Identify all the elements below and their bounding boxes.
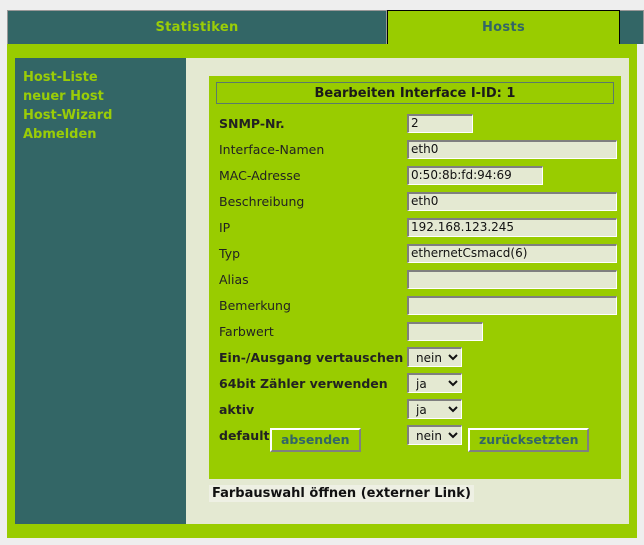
input-bemerkung[interactable]: [407, 295, 617, 315]
field-label: aktiv: [219, 401, 255, 417]
input-alias[interactable]: [407, 269, 617, 289]
field-control-cell: janein: [407, 344, 617, 370]
form-row: Interface-Namen: [219, 136, 617, 162]
form-row: SNMP-Nr.: [219, 110, 617, 136]
input-mac-adresse[interactable]: [407, 165, 543, 185]
form-row: Ein-/Ausgang vertauschenjanein: [219, 344, 617, 370]
field-label: Typ: [219, 245, 241, 261]
app-window: Statistiken Hosts Host-Liste neuer Host …: [0, 0, 644, 545]
sidebar-item-host-liste[interactable]: Host-Liste: [23, 68, 186, 87]
form-row: 64bit Zähler verwenden janein: [219, 370, 617, 396]
content-area: Bearbeiten Interface I-ID: 1 SNMP-Nr. Int…: [186, 58, 629, 524]
input-farbwert[interactable]: [407, 321, 483, 341]
sidebar-item-neuer-host[interactable]: neuer Host: [23, 87, 186, 106]
form-fields-table: SNMP-Nr. Interface-Namen MAC-Adresse Beschr…: [219, 110, 617, 448]
form-row: aktiv janein: [219, 396, 617, 422]
tab-hosts[interactable]: Hosts: [387, 10, 620, 44]
field-label: Farbwert: [219, 323, 274, 339]
input-typ[interactable]: [407, 243, 617, 263]
form-row: Typ: [219, 240, 617, 266]
tab-bar: Statistiken Hosts: [7, 10, 644, 44]
field-control-cell: [407, 188, 617, 214]
reset-button[interactable]: zurücksetzten: [468, 428, 590, 452]
footer-link-row: Farbauswahl öffnen (externer Link): [209, 485, 621, 507]
field-control-cell: [407, 162, 617, 188]
field-control-cell: [407, 240, 617, 266]
select-aktiv[interactable]: janein: [407, 399, 462, 419]
sidebar: Host-Liste neuer Host Host-Wizard Abmeld…: [15, 58, 186, 524]
field-control-cell: [407, 136, 617, 162]
field-label: Bemerkung: [219, 297, 291, 313]
field-control-cell: janein: [407, 396, 617, 422]
field-label: 64bit Zähler verwenden: [219, 375, 388, 391]
field-label: IP: [219, 219, 231, 235]
sidebar-item-abmelden[interactable]: Abmelden: [23, 125, 186, 144]
form-row: Alias: [219, 266, 617, 292]
field-label: MAC-Adresse: [219, 167, 301, 183]
field-control-cell: [407, 292, 617, 318]
tab-label: Statistiken: [155, 20, 239, 35]
field-control-cell: [407, 214, 617, 240]
submit-button[interactable]: absenden: [270, 428, 361, 452]
field-label: Interface-Namen: [219, 141, 325, 157]
field-control-cell: [407, 110, 617, 136]
input-snmp-nr[interactable]: [407, 113, 473, 133]
select-ein-ausgang-vertauschen[interactable]: janein: [407, 347, 462, 367]
input-interface-namen[interactable]: [407, 139, 617, 159]
field-control-cell: [407, 318, 617, 344]
form-row: IP: [219, 214, 617, 240]
form-row: MAC-Adresse: [219, 162, 617, 188]
field-control-cell: janein: [407, 370, 617, 396]
tab-statistiken[interactable]: Statistiken: [7, 10, 387, 44]
sidebar-item-host-wizard[interactable]: Host-Wizard: [23, 106, 186, 125]
select-64bit-z-hler-verwenden[interactable]: janein: [407, 373, 462, 393]
edit-interface-form: Bearbeiten Interface I-ID: 1 SNMP-Nr. Int…: [209, 76, 621, 479]
page-body: Host-Liste neuer Host Host-Wizard Abmeld…: [7, 44, 637, 538]
field-label: Ein-/Ausgang vertauschen: [219, 349, 404, 365]
form-row: Beschreibung: [219, 188, 617, 214]
tab-bar-filler: [620, 10, 644, 44]
field-control-cell: [407, 266, 617, 292]
form-row: Bemerkung: [219, 292, 617, 318]
field-label: SNMP-Nr.: [219, 115, 285, 131]
field-label: Alias: [219, 271, 249, 287]
tab-label: Hosts: [481, 20, 525, 35]
field-label: Beschreibung: [219, 193, 305, 209]
input-ip[interactable]: [407, 217, 617, 237]
form-title: Bearbeiten Interface I-ID: 1: [216, 82, 614, 104]
input-beschreibung[interactable]: [407, 191, 617, 211]
form-button-row: absenden zurücksetzten: [209, 428, 621, 462]
open-color-picker-link[interactable]: Farbauswahl öffnen (externer Link): [209, 485, 474, 502]
form-row: Farbwert: [219, 318, 617, 344]
